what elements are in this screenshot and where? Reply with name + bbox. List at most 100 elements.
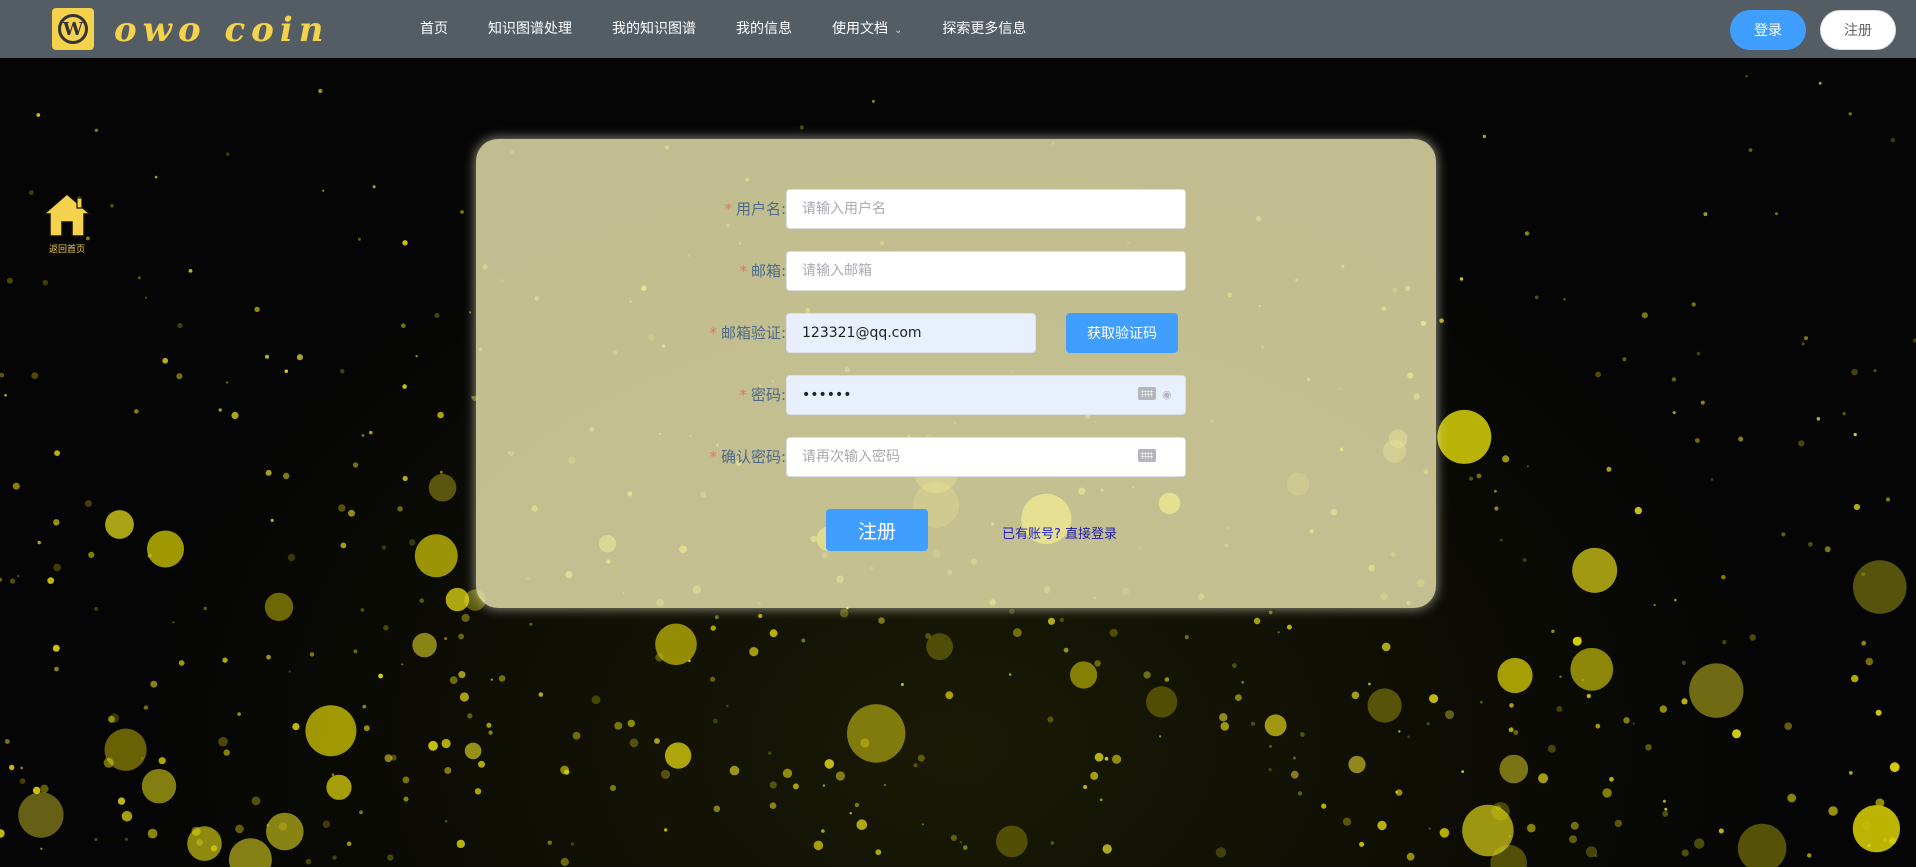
bokeh-dot (959, 841, 963, 844)
bokeh-dot (1184, 635, 1189, 640)
bokeh-dot (801, 638, 806, 643)
bokeh-dot (1277, 631, 1280, 634)
bokeh-dot (84, 500, 92, 507)
bokeh-dot (1807, 853, 1812, 858)
nav-label: 使用文档 (832, 21, 888, 37)
bokeh-dot (318, 88, 323, 94)
bokeh-dot (925, 633, 931, 639)
return-home-link[interactable]: 返回首页 (40, 190, 94, 255)
logo-icon[interactable]: W (52, 8, 94, 50)
bokeh-dot (769, 629, 778, 638)
bokeh-dot (1547, 744, 1556, 753)
eye-icon[interactable]: ◉ (1162, 388, 1172, 401)
bokeh-dot (444, 819, 448, 823)
bokeh-dot (36, 113, 41, 117)
bokeh-dot (1556, 706, 1563, 712)
bokeh-dot (401, 663, 404, 666)
bokeh-dot (1875, 709, 1882, 716)
bokeh-dot (264, 592, 294, 622)
username-input[interactable]: 请输入用户名 (786, 189, 1186, 229)
bokeh-dot (883, 783, 887, 787)
bokeh-dot (296, 354, 303, 361)
submit-register-button[interactable]: 注册 (826, 509, 928, 551)
nav-item-home[interactable]: 首页 (400, 0, 468, 58)
bokeh-dot (94, 838, 98, 841)
direct-login-link[interactable]: 直接登录 (1065, 527, 1117, 542)
bokeh-dot (287, 553, 296, 562)
bokeh-dot (1808, 541, 1813, 547)
confirm-password-input[interactable]: 请再次输入密码 (786, 437, 1186, 477)
bokeh-dot (1429, 694, 1439, 704)
nav-item-explore[interactable]: 探索更多信息 (922, 0, 1046, 58)
bokeh-dot (1508, 727, 1514, 733)
required-mark: * (739, 262, 747, 280)
bokeh-dot (1090, 771, 1099, 780)
bokeh-dot (1297, 791, 1303, 796)
bokeh-dot (660, 769, 671, 780)
keyboard-icon[interactable] (1138, 449, 1156, 462)
login-button[interactable]: 登录 (1730, 10, 1806, 50)
bokeh-dot (1595, 371, 1601, 378)
bokeh-dot (458, 633, 464, 640)
bokeh-dot (419, 598, 425, 603)
nav-item-my-info[interactable]: 我的信息 (716, 0, 812, 58)
bokeh-dot (1737, 823, 1787, 867)
bokeh-dot (1861, 572, 1866, 576)
keyboard-icon[interactable] (1138, 387, 1156, 400)
email-input[interactable]: 请输入邮箱 (786, 251, 1186, 291)
bokeh-dot (1524, 231, 1530, 236)
bokeh-dot (19, 778, 26, 784)
bokeh-dot (52, 644, 60, 652)
bokeh-dot (1853, 560, 1907, 614)
bokeh-dot (875, 849, 882, 856)
bokeh-dot (1632, 722, 1635, 725)
nav-label: 我的知识图谱 (612, 21, 696, 37)
bokeh-dot (372, 185, 376, 189)
bokeh-dot (1602, 788, 1612, 798)
bokeh-dot (1889, 762, 1900, 773)
bokeh-dot (627, 719, 635, 728)
bokeh-dot (1480, 700, 1483, 704)
return-home-label: 返回首页 (48, 245, 85, 255)
bokeh-dot (218, 408, 222, 412)
bokeh-dot (265, 469, 272, 476)
bokeh-dot (378, 673, 383, 679)
bokeh-dot (1824, 546, 1831, 553)
bokeh-dot (1538, 773, 1549, 784)
bokeh-dot (1513, 730, 1519, 735)
bokeh-dot (88, 551, 95, 558)
register-button[interactable]: 注册 (1820, 10, 1896, 50)
bokeh-dot (900, 683, 904, 686)
bokeh-dot (456, 839, 465, 849)
nav-item-kg-processing[interactable]: 知识图谱处理 (468, 0, 592, 58)
bokeh-dot (4, 739, 10, 744)
bokeh-dot (1614, 819, 1623, 828)
bokeh-dot (412, 632, 437, 658)
bokeh-dot (381, 545, 387, 551)
bokeh-dot (1070, 661, 1098, 689)
bokeh-dot (547, 840, 552, 845)
nav-item-docs[interactable]: 使用文档 ⌄ (812, 0, 922, 58)
bokeh-dot (1875, 798, 1885, 808)
bokeh-dot (226, 152, 230, 156)
bokeh-dot (1804, 336, 1808, 341)
nav-item-my-kg[interactable]: 我的知识图谱 (592, 0, 716, 58)
get-code-button[interactable]: 获取验证码 (1066, 313, 1178, 353)
bokeh-dot (1842, 412, 1846, 416)
bokeh-dot (1269, 744, 1272, 748)
bokeh-dot (1407, 735, 1410, 739)
bokeh-dot (713, 805, 721, 813)
email-verify-input[interactable]: 123321@qq.com (786, 313, 1036, 353)
bokeh-dot (1290, 770, 1299, 779)
bokeh-dot (346, 841, 352, 847)
password-input[interactable]: •••••• (786, 375, 1186, 415)
login-prompt: 已有账号? 直接登录 (1002, 523, 1117, 542)
bokeh-dot (383, 625, 389, 631)
bokeh-dot (1395, 790, 1398, 794)
bokeh-dot (464, 742, 482, 760)
bokeh-dot (664, 828, 668, 832)
bokeh-dot (1570, 821, 1579, 830)
bokeh-dot (1251, 721, 1255, 726)
bokeh-dot (9, 764, 15, 771)
bokeh-dot (1645, 744, 1652, 751)
